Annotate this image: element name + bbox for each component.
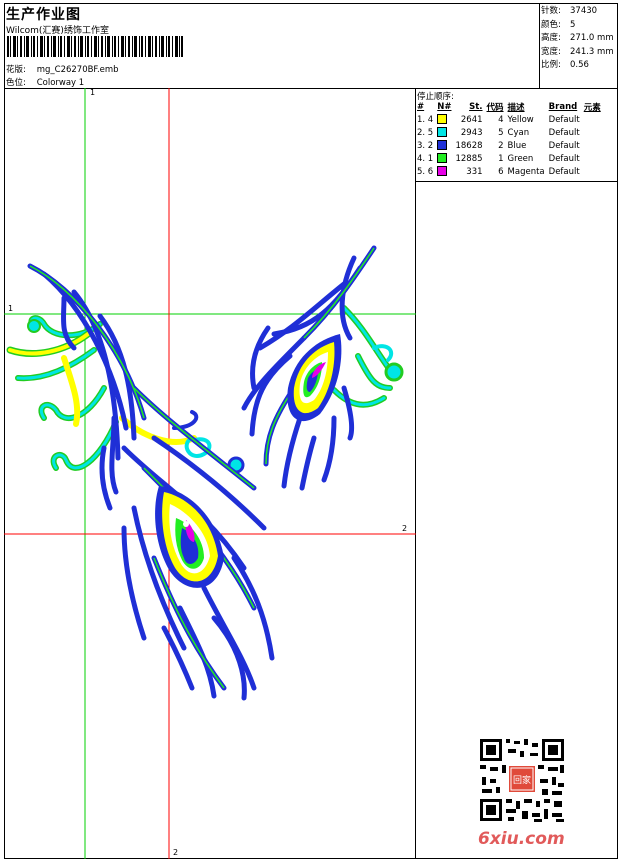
colorway-label: 色位:: [6, 78, 26, 88]
col-index: #: [417, 102, 425, 112]
guide-label-red-bottom: 2: [173, 848, 179, 857]
col-brand: Brand: [548, 102, 578, 112]
stat-colors: 颜色: 5: [541, 19, 576, 30]
qr-code: 回家: [478, 737, 566, 823]
color-swatch: [437, 153, 448, 164]
colorway-name: Colorway 1: [36, 78, 85, 88]
table-row: 1. 4 2641 4 Yellow Default: [417, 114, 580, 125]
stats-panel: 针数: 37430 颜色: 5 高度: 271.0 mm 宽度: 241.3 mm 比例…: [541, 5, 614, 73]
table-row: 3. 2 18628 2 Blue Default: [417, 140, 580, 151]
left-feather-strands: [27, 263, 275, 701]
col-element: 元素: [583, 103, 601, 113]
design-canvas: 1 1 2 2: [4, 88, 416, 859]
studio-name: Wilcom(汇赛)绣饰工作室: [6, 26, 109, 36]
color-swatch: [437, 140, 448, 151]
colorway-line: 色位: Colorway 1: [6, 76, 84, 88]
stat-scale: 比例: 0.56: [541, 60, 589, 70]
sequence-bottom-line: [415, 181, 618, 182]
color-swatch: [437, 166, 448, 177]
design-file-line: 花版: mg_C26270BF.emb: [6, 63, 119, 75]
design-label: 花版:: [6, 65, 26, 75]
guide-label-red-right: 2: [402, 524, 408, 533]
table-header-row: # N# St. 代码 描述 Brand 元素: [415, 101, 603, 113]
left-feather-eye: [155, 486, 224, 588]
color-swatch: [437, 114, 448, 125]
guide-label-green-left: 1: [8, 304, 14, 313]
stat-stitches: 针数: 37430: [541, 6, 598, 16]
watermark-text: 6xiu.com: [478, 829, 565, 849]
qr-stamp-text: 回家: [513, 774, 531, 786]
table-row: 5. 6 331 6 Magenta Default: [417, 166, 580, 177]
col-description: 描述: [507, 103, 525, 113]
col-code: 代码: [486, 103, 504, 113]
col-number: N#: [437, 102, 452, 112]
stat-width: 宽度: 241.3 mm: [541, 46, 614, 57]
col-stitches: St.: [469, 102, 483, 112]
barcode: [7, 36, 183, 57]
color-sequence-table: # N# St. 代码 描述 Brand 元素 1. 4 2641 4 Yell…: [415, 101, 603, 178]
guide-label-green-top: 1: [90, 88, 96, 97]
table-row: 4. 1 12885 1 Green Default: [417, 153, 580, 164]
stats-divider: [539, 3, 540, 88]
color-swatch: [437, 127, 448, 138]
stat-height: 高度: 271.0 mm: [541, 33, 614, 43]
table-row: 2. 5 2943 5 Cyan Default: [417, 127, 580, 138]
peacock-feather-artwork: [4, 88, 416, 859]
design-file-name: mg_C26270BF.emb: [36, 65, 119, 75]
page-title: 生产作业图: [6, 7, 81, 23]
